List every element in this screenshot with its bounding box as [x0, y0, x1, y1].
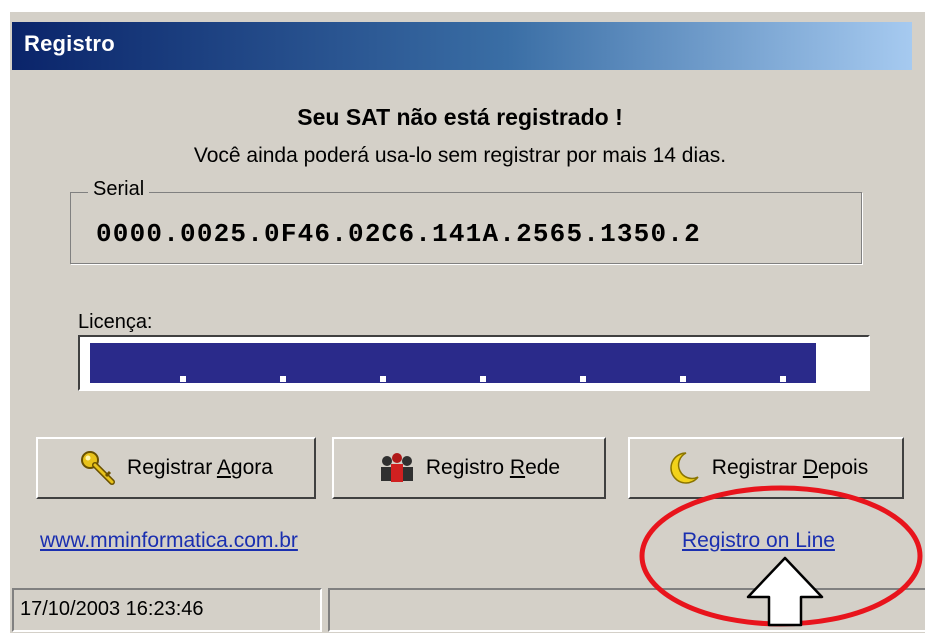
license-selection-highlight	[90, 343, 816, 383]
register-now-button[interactable]: Registrar Agora	[36, 437, 316, 499]
serial-number: 0000.0025.0F46.02C6.141A.2565.1350.2	[96, 219, 701, 249]
status-datetime: 17/10/2003 16:23:46	[12, 588, 322, 632]
moon-icon	[664, 449, 702, 487]
register-online-link[interactable]: Registro on Line	[682, 529, 835, 553]
not-registered-heading: Seu SAT não está registrado !	[297, 104, 623, 130]
separator-dot	[380, 376, 386, 382]
network-users-icon	[378, 449, 416, 487]
status-panel	[328, 588, 925, 632]
registration-dialog: Registro Seu SAT não está registrado ! V…	[8, 10, 925, 633]
website-link[interactable]: www.mminformatica.com.br	[40, 529, 298, 553]
trial-days-message: Você ainda poderá usa-lo sem registrar p…	[193, 144, 727, 167]
register-later-label: Registrar Depois	[711, 456, 869, 479]
license-input[interactable]	[78, 335, 870, 391]
register-later-button[interactable]: Registrar Depois	[628, 437, 904, 499]
separator-dot	[280, 376, 286, 382]
register-network-label: Registro Rede	[425, 456, 561, 479]
title-bar[interactable]: Registro	[12, 22, 912, 70]
window-title: Registro	[24, 31, 115, 56]
separator-dot	[480, 376, 486, 382]
register-now-label: Registrar Agora	[127, 456, 273, 479]
separator-dot	[580, 376, 586, 382]
separator-dot	[780, 376, 786, 382]
serial-label: Serial	[88, 178, 150, 201]
separator-dot	[680, 376, 686, 382]
license-label: Licença:	[78, 311, 153, 333]
register-network-button[interactable]: Registro Rede	[332, 437, 606, 499]
key-icon	[79, 449, 117, 487]
separator-dot	[180, 376, 186, 382]
